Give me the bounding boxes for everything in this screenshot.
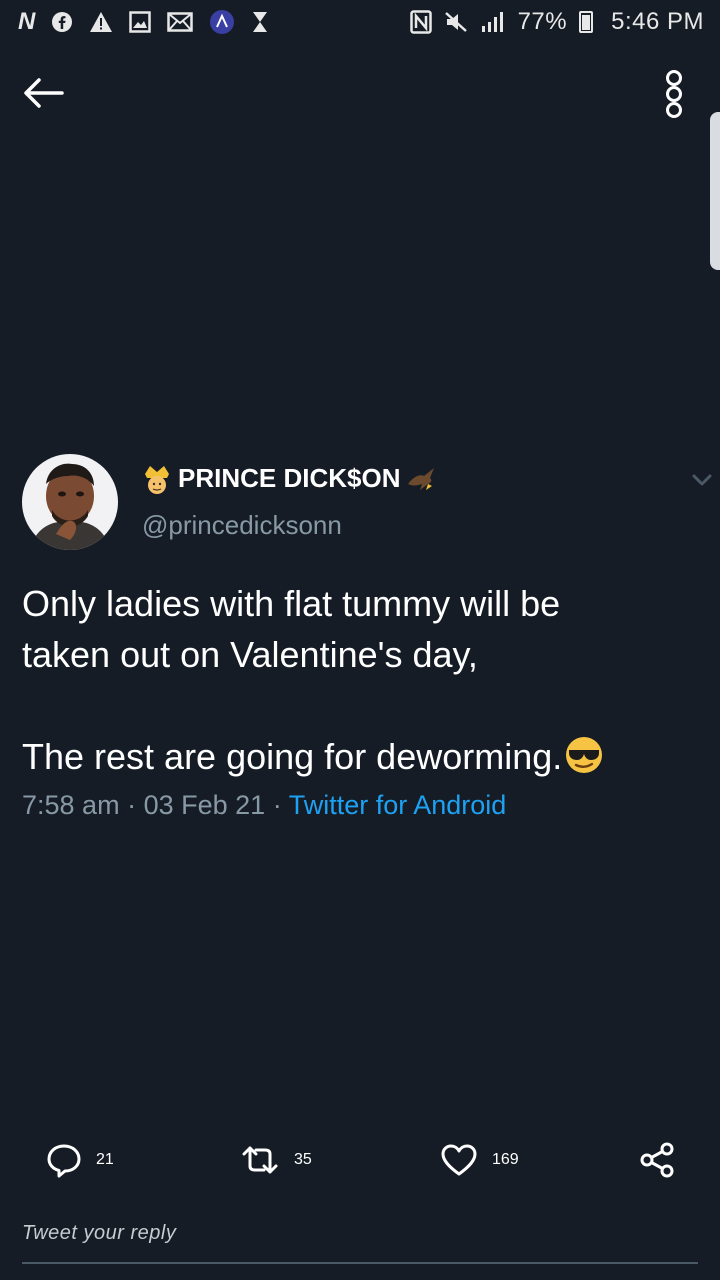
meta-separator: ·: [127, 790, 137, 820]
sunglasses-emoji-icon: [566, 737, 603, 773]
reply-input-underline: [22, 1262, 698, 1264]
reply-button[interactable]: 21: [46, 1140, 114, 1180]
status-time: 5:46 PM: [611, 8, 704, 35]
status-bar-notifications: N: [18, 8, 269, 36]
avatar[interactable]: [22, 454, 118, 550]
more-options-icon: [666, 102, 682, 118]
more-options-icon: [666, 70, 682, 86]
gallery-icon: [129, 8, 152, 36]
app-icon: [209, 8, 235, 36]
signal-icon: [480, 8, 506, 36]
tweet-text-fragment: The rest are going for deworming.: [22, 736, 563, 777]
reply-input[interactable]: Tweet your reply: [22, 1222, 176, 1245]
facebook-icon: [51, 8, 73, 36]
display-name-text: PRINCE DICK$ON: [178, 462, 401, 493]
tweet-menu-button[interactable]: [690, 470, 714, 490]
mute-icon: [444, 8, 468, 36]
crown-emoji-icon: [145, 466, 169, 494]
status-bar: N 77% 5:46 PM: [0, 0, 720, 44]
tweet-text-line: The rest are going for deworming. 😎: [22, 731, 712, 782]
tweet-text-line: taken out on Valentine's day,: [22, 634, 478, 675]
tweet-text-line: Only ladies with flat tummy will be: [22, 583, 561, 624]
tweet-source-link[interactable]: Twitter for Android: [289, 790, 507, 820]
share-button[interactable]: [638, 1140, 676, 1180]
retweet-icon: [242, 1146, 278, 1174]
scroll-handle[interactable]: [710, 112, 720, 270]
eagle-emoji-icon: [408, 468, 435, 490]
like-count: 169: [492, 1151, 519, 1168]
nfc-icon: [409, 8, 432, 36]
hourglass-icon: [251, 8, 269, 36]
tweet-detail-screen: N 77% 5:46 PM PRINCE DICK$ON @princedick…: [0, 0, 720, 1280]
back-button[interactable]: [20, 70, 66, 116]
tweet-date: 03 Feb 21: [143, 790, 266, 820]
reply-icon: [47, 1144, 81, 1178]
retweet-button[interactable]: 35: [240, 1140, 312, 1180]
like-button[interactable]: 169: [440, 1140, 519, 1180]
n-notification-icon: N: [18, 8, 36, 35]
user-handle[interactable]: @princedicksonn: [142, 510, 342, 541]
heart-icon: [441, 1144, 477, 1176]
tweet-meta: 7:58 am · 03 Feb 21 · Twitter for Androi…: [22, 790, 506, 821]
more-options-icon: [666, 86, 682, 102]
status-bar-system: 77% 5:46 PM: [409, 8, 704, 36]
retweet-count: 35: [294, 1151, 312, 1168]
back-arrow-icon: [24, 78, 64, 108]
tweet-text: Only ladies with flat tummy will be take…: [22, 578, 712, 782]
chevron-down-icon: [692, 474, 712, 486]
more-options-button[interactable]: [656, 64, 692, 124]
battery-icon: [579, 11, 594, 33]
display-name[interactable]: PRINCE DICK$ON: [142, 462, 438, 494]
tweet-actions: 21 35 169: [0, 1140, 720, 1180]
mail-icon: [167, 8, 194, 36]
battery-percent: 77%: [517, 8, 568, 35]
warning-icon: [89, 8, 113, 36]
tweet-time: 7:58 am: [22, 790, 120, 820]
reply-count: 21: [96, 1151, 114, 1168]
share-icon: [640, 1142, 674, 1178]
meta-separator: ·: [272, 790, 282, 820]
